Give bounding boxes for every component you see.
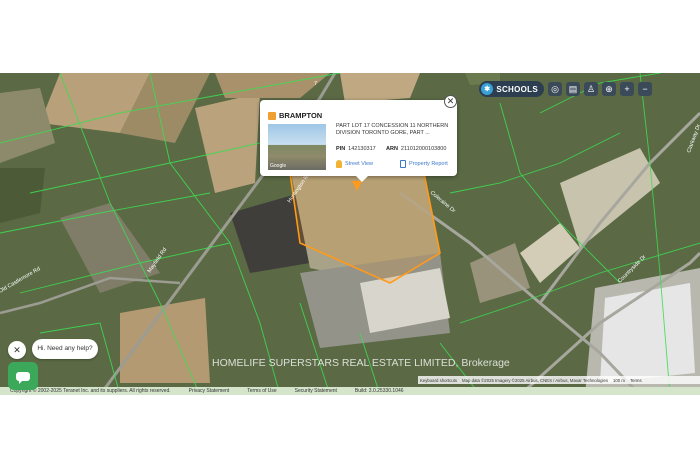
street-view-icon	[336, 160, 342, 168]
street-view-label: Street View	[345, 161, 374, 167]
pin-value: 142130317	[348, 146, 376, 152]
popup-title: BRAMPTON	[268, 111, 322, 120]
keyboard-shortcuts-link[interactable]: Keyboard shortcuts	[420, 378, 457, 383]
footer-bar: Copyright © 2002-2025 Teranet Inc. and i…	[0, 387, 700, 395]
property-report-link[interactable]: Property Report	[400, 160, 448, 168]
layers-icon[interactable]: ◎	[548, 82, 562, 96]
chat-icon	[16, 371, 30, 384]
report-icon	[400, 160, 406, 168]
scale-bar: 100 m	[613, 378, 625, 383]
schools-button[interactable]: ✱ SCHOOLS	[479, 81, 544, 97]
map-icon[interactable]: ▤	[566, 82, 580, 96]
arn-label: ARN	[386, 146, 398, 152]
arn-value: 211012000103800	[400, 146, 447, 152]
street-photo[interactable]: Google	[268, 124, 326, 170]
map-attribution: Keyboard shortcuts Map data ©2025 Imager…	[420, 378, 642, 383]
legal-description: PART LOT 17 CONCESSION 11 NORTHERN DIVIS…	[336, 123, 449, 136]
chat-button[interactable]	[8, 362, 38, 390]
popup-title-text: BRAMPTON	[279, 111, 323, 120]
terms-link[interactable]: Terms	[630, 378, 642, 383]
arn-row: ARN 211012000103800	[386, 146, 446, 152]
photo-brand: Google	[270, 163, 287, 169]
popup-close-button[interactable]: ✕	[444, 95, 457, 108]
build-version: Build: 3.0.25330.1046	[354, 388, 404, 394]
locate-icon[interactable]: ⊕	[602, 82, 616, 96]
brokerage-watermark: HOMELIFE SUPERSTARS REAL ESTATE LIMITED,…	[212, 357, 510, 369]
pin-label: PIN	[336, 146, 346, 152]
property-popup: ✕ BRAMPTON Google PART LOT 17 CONCESSION…	[260, 95, 457, 182]
highway-label: 7	[314, 81, 317, 87]
pin-row: PIN 142130317	[336, 146, 376, 152]
popup-arrow	[356, 176, 368, 182]
security-link[interactable]: Security Statement	[295, 388, 337, 394]
chat-prompt[interactable]: Hi. Need any help?	[32, 339, 98, 359]
schools-label: SCHOOLS	[496, 84, 538, 94]
street-view-link[interactable]: Street View	[336, 160, 373, 168]
zoom-in-button[interactable]: +	[620, 82, 634, 96]
property-report-label: Property Report	[409, 161, 448, 167]
map-data-credit: Map data ©2025 Imagery ©2025 Airbus, CNE…	[462, 378, 609, 383]
school-icon: ✱	[481, 83, 494, 95]
terms-of-use-link[interactable]: Terms of Use	[247, 388, 276, 394]
map-toolbar: ✱ SCHOOLS ◎ ▤ ♙ ⊕ + −	[479, 81, 652, 97]
map-viewport[interactable]: Mayfield Rd Huntington Rd Coleraine Dr C…	[0, 73, 700, 395]
zoom-out-button[interactable]: −	[638, 82, 652, 96]
building-icon	[268, 111, 276, 120]
chat-close-button[interactable]: ✕	[8, 341, 26, 359]
person-icon[interactable]: ♙	[584, 82, 598, 96]
privacy-link[interactable]: Privacy Statement	[189, 388, 230, 394]
